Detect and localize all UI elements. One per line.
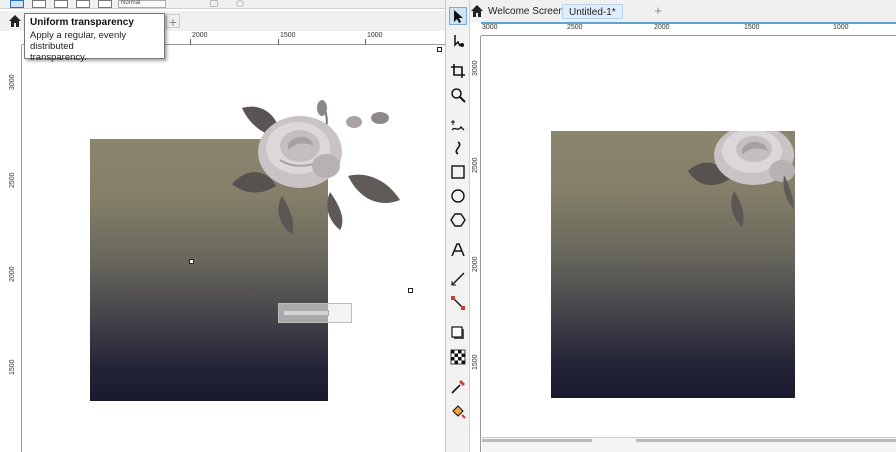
transparency-slider-ghost[interactable] xyxy=(278,303,352,323)
freeze-icon[interactable] xyxy=(210,0,218,7)
polygon-tool-icon[interactable] xyxy=(449,211,467,229)
ruler-label: 1500 xyxy=(9,359,16,375)
left-document-pane: Normal + 2000 1500 1000 3000 2500 2000 1… xyxy=(0,0,445,452)
toolbox xyxy=(446,0,470,452)
tab-label: Welcome Screen xyxy=(488,6,564,17)
two-color-transparency-button[interactable] xyxy=(98,0,112,8)
connector-tool-icon[interactable] xyxy=(449,294,467,312)
vertical-ruler: 3000 2500 2000 1500 xyxy=(0,45,22,452)
transparency-slider-track[interactable] xyxy=(283,310,329,316)
tab-untitled-1[interactable]: Untitled-1* xyxy=(562,4,623,19)
ruler-label: 2500 xyxy=(9,172,16,188)
horizontal-ruler: 3000 2500 2000 1500 1000 xyxy=(481,22,896,36)
interactive-fill-icon[interactable] xyxy=(449,402,467,420)
tab-label: Untitled-1* xyxy=(569,7,616,18)
ruler-label: 3000 xyxy=(9,74,16,90)
drawing-canvas-left[interactable] xyxy=(22,46,445,452)
new-tab-button[interactable]: + xyxy=(166,14,180,29)
ruler-label: 2500 xyxy=(567,24,583,31)
ruler-label: 2500 xyxy=(472,157,479,173)
horizontal-scrollbar[interactable] xyxy=(482,437,896,452)
ruler-label: 1500 xyxy=(744,24,760,31)
selection-handle[interactable] xyxy=(437,47,442,52)
tooltip-desc-line: Apply a regular, evenly distributed xyxy=(30,30,127,52)
ruler-tick xyxy=(278,39,279,45)
tab-welcome-screen[interactable]: Welcome Screen xyxy=(482,4,570,19)
ruler-label: 2000 xyxy=(654,24,670,31)
tooltip: Uniform transparency Apply a regular, ev… xyxy=(24,13,165,63)
ruler-label: 2000 xyxy=(192,32,208,39)
ruler-label: 1500 xyxy=(280,32,296,39)
zoom-tool-icon[interactable] xyxy=(449,86,467,104)
ruler-label: 1000 xyxy=(833,24,849,31)
parallel-dimension-icon[interactable] xyxy=(449,270,467,288)
tooltip-description: Apply a regular, evenly distributed tran… xyxy=(30,30,159,63)
ellipse-tool-icon[interactable] xyxy=(449,187,467,205)
bitmap-pattern-transparency-button[interactable] xyxy=(76,0,90,8)
right-tab-bar: Welcome Screen Untitled-1* + xyxy=(470,0,896,22)
drop-shadow-icon[interactable] xyxy=(449,324,467,342)
uniform-transparency-button[interactable] xyxy=(10,0,24,8)
right-document-pane: Welcome Screen Untitled-1* + 3000 2500 2… xyxy=(445,0,896,452)
rose-image[interactable] xyxy=(222,98,404,234)
text-tool-icon[interactable] xyxy=(449,241,467,259)
merge-mode-value: Normal xyxy=(121,0,141,6)
selection-center-handle[interactable] xyxy=(189,259,194,264)
new-tab-button[interactable]: + xyxy=(651,4,665,18)
home-icon[interactable] xyxy=(8,14,22,28)
drawing-canvas-right[interactable] xyxy=(482,37,896,437)
ruler-tick xyxy=(190,39,191,45)
scrollbar-segment[interactable] xyxy=(482,439,592,442)
help-icon[interactable] xyxy=(236,0,244,7)
freehand-tool-icon[interactable] xyxy=(449,117,467,135)
scrollbar-thumb[interactable] xyxy=(636,439,896,442)
tooltip-title: Uniform transparency xyxy=(30,17,134,28)
vector-pattern-transparency-button[interactable] xyxy=(54,0,68,8)
rectangle-tool-icon[interactable] xyxy=(449,163,467,181)
ruler-label: 3000 xyxy=(482,24,498,31)
ruler-tick xyxy=(365,39,366,45)
eyedropper-icon[interactable] xyxy=(449,378,467,396)
property-bar: Normal xyxy=(0,0,445,9)
selection-handle[interactable] xyxy=(408,288,413,293)
artistic-media-icon[interactable] xyxy=(449,139,467,157)
ruler-label: 3000 xyxy=(472,60,479,76)
shape-tool-icon[interactable] xyxy=(449,32,467,50)
transparency-tool-icon[interactable] xyxy=(449,348,467,366)
app-window: Normal + 2000 1500 1000 3000 2500 2000 1… xyxy=(0,0,896,452)
pick-tool-icon[interactable] xyxy=(449,7,467,25)
fountain-transparency-button[interactable] xyxy=(32,0,46,8)
tooltip-desc-line: transparency. xyxy=(30,52,87,63)
ruler-label: 1000 xyxy=(367,32,383,39)
rose-image-clipped[interactable] xyxy=(688,131,795,231)
ruler-label: 1500 xyxy=(472,354,479,370)
ruler-label: 2000 xyxy=(9,266,16,282)
vertical-ruler: 3000 2500 2000 1500 xyxy=(470,36,481,452)
ruler-label: 2000 xyxy=(472,256,479,272)
crop-tool-icon[interactable] xyxy=(449,62,467,80)
merge-mode-select[interactable]: Normal xyxy=(118,0,166,8)
